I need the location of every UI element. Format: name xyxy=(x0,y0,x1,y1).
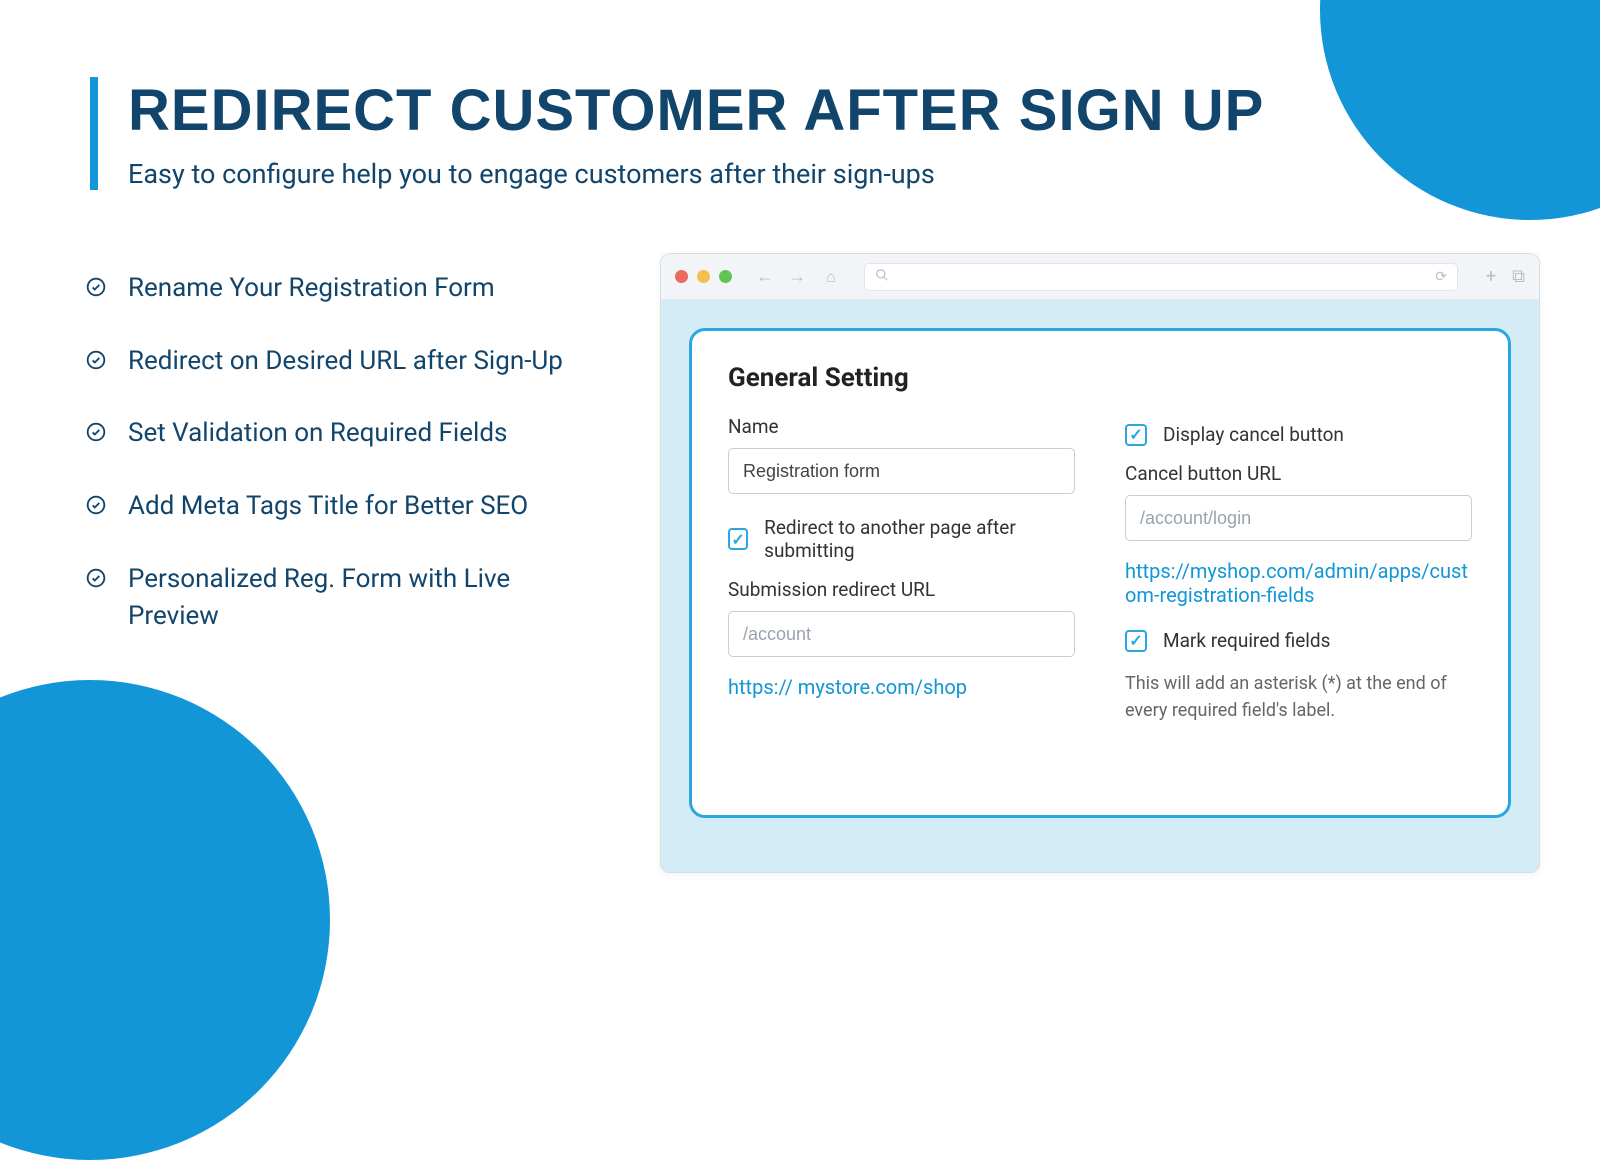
feature-text: Personalized Reg. Form with Live Preview xyxy=(128,561,606,636)
maximize-window-icon[interactable] xyxy=(719,270,732,283)
page-heading: REDIRECT CUSTOMER AFTER SIGN UP Easy to … xyxy=(90,77,1264,190)
feature-list: Rename Your Registration Form Redirect o… xyxy=(86,270,606,671)
mark-required-checkbox[interactable]: ✓ xyxy=(1125,630,1147,652)
browser-nav: ← → xyxy=(756,266,806,287)
forward-icon[interactable]: → xyxy=(788,266,806,287)
redirect-checkbox-label: Redirect to another page after submittin… xyxy=(764,516,1075,562)
redirect-checkbox[interactable]: ✓ xyxy=(728,528,748,550)
check-circle-icon xyxy=(86,422,106,442)
page-subtitle: Easy to configure help you to engage cus… xyxy=(128,158,1264,190)
back-icon[interactable]: ← xyxy=(756,266,774,287)
feature-item: Redirect on Desired URL after Sign-Up xyxy=(86,343,606,381)
address-bar[interactable]: ⟳ xyxy=(864,263,1458,291)
decorative-corner-top-right xyxy=(1320,0,1600,220)
new-tab-icon[interactable]: + xyxy=(1486,266,1496,287)
cancel-url-label: Cancel button URL xyxy=(1125,462,1472,485)
display-cancel-checkbox[interactable]: ✓ xyxy=(1125,424,1147,446)
feature-text: Rename Your Registration Form xyxy=(128,270,495,308)
check-circle-icon xyxy=(86,277,106,297)
feature-text: Redirect on Desired URL after Sign-Up xyxy=(128,343,563,381)
mark-required-label: Mark required fields xyxy=(1163,629,1330,652)
decorative-corner-bottom-left xyxy=(0,680,330,1160)
browser-window: ← → ⌂ ⟳ + ⧉ General Setting Name ✓ xyxy=(660,253,1540,873)
mark-required-help: This will add an asterisk (*) at the end… xyxy=(1125,670,1472,724)
feature-text: Add Meta Tags Title for Better SEO xyxy=(128,488,528,526)
feature-text: Set Validation on Required Fields xyxy=(128,415,507,453)
store-link[interactable]: https:// mystore.com/shop xyxy=(728,675,1075,699)
name-input[interactable] xyxy=(728,448,1075,494)
check-circle-icon xyxy=(86,495,106,515)
check-circle-icon xyxy=(86,350,106,370)
close-window-icon[interactable] xyxy=(675,270,688,283)
feature-item: Rename Your Registration Form xyxy=(86,270,606,308)
feature-item: Personalized Reg. Form with Live Preview xyxy=(86,561,606,636)
check-circle-icon xyxy=(86,568,106,588)
minimize-window-icon[interactable] xyxy=(697,270,710,283)
traffic-lights xyxy=(675,270,732,283)
submission-url-input[interactable] xyxy=(728,611,1075,657)
settings-left-column: Name ✓ Redirect to another page after su… xyxy=(728,415,1075,724)
browser-actions: + ⧉ xyxy=(1486,266,1525,287)
browser-viewport: General Setting Name ✓ Redirect to anoth… xyxy=(661,300,1539,872)
feature-item: Add Meta Tags Title for Better SEO xyxy=(86,488,606,526)
display-cancel-label: Display cancel button xyxy=(1163,423,1344,446)
cancel-url-input[interactable] xyxy=(1125,495,1472,541)
page-title: REDIRECT CUSTOMER AFTER SIGN UP xyxy=(128,77,1264,144)
tabs-icon[interactable]: ⧉ xyxy=(1512,266,1525,287)
home-icon[interactable]: ⌂ xyxy=(826,267,836,287)
settings-right-column: ✓ Display cancel button Cancel button UR… xyxy=(1125,415,1472,724)
general-setting-card: General Setting Name ✓ Redirect to anoth… xyxy=(689,328,1511,818)
feature-item: Set Validation on Required Fields xyxy=(86,415,606,453)
search-icon xyxy=(875,268,889,286)
name-label: Name xyxy=(728,415,1075,438)
admin-link[interactable]: https://myshop.com/admin/apps/custom-reg… xyxy=(1125,559,1472,607)
submission-url-label: Submission redirect URL xyxy=(728,578,1075,601)
browser-titlebar: ← → ⌂ ⟳ + ⧉ xyxy=(661,254,1539,300)
card-title: General Setting xyxy=(728,363,1472,393)
reload-icon[interactable]: ⟳ xyxy=(1435,269,1447,285)
